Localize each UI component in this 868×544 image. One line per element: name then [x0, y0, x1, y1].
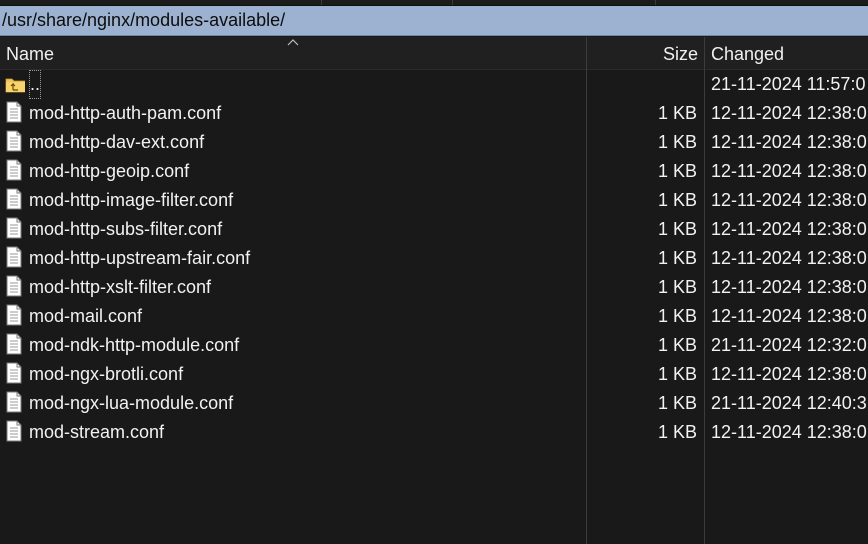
file-changed: 12-11-2024 12:38:0: [711, 364, 867, 384]
list-item[interactable]: mod-ngx-lua-module.conf 1 KB 21-11-2024 12…: [0, 389, 868, 418]
file-changed: 12-11-2024 12:38:0: [711, 190, 867, 210]
file-changed: 12-11-2024 12:38:0: [711, 248, 867, 268]
file-icon: [5, 391, 23, 413]
toolbar-separator: [321, 0, 322, 5]
list-item[interactable]: mod-stream.conf 1 KB 12-11-2024 12:38:0: [0, 418, 868, 447]
list-item[interactable]: mod-http-upstream-fair.conf 1 KB 12-11-202…: [0, 244, 868, 273]
file-name: mod-ngx-lua-module.conf: [29, 393, 234, 413]
file-size: 1 KB: [657, 277, 697, 297]
file-icon: [5, 275, 23, 297]
path-bar[interactable]: /usr/share/nginx/modules-available/: [0, 6, 868, 36]
file-size: 1 KB: [657, 132, 697, 152]
file-size: 1 KB: [657, 306, 697, 326]
file-icon: [5, 246, 23, 268]
file-size: 1 KB: [657, 335, 697, 355]
file-name: mod-http-xslt-filter.conf: [29, 277, 212, 297]
file-name: mod-http-auth-pam.conf: [29, 103, 222, 123]
file-size: 1 KB: [657, 393, 697, 413]
list-item[interactable]: mod-http-xslt-filter.conf 1 KB 12-11-2024 …: [0, 273, 868, 302]
file-size: 1 KB: [657, 103, 697, 123]
list-item[interactable]: mod-mail.conf 1 KB 12-11-2024 12:38:0: [0, 302, 868, 331]
toolbar-separator: [655, 0, 656, 5]
file-icon: [5, 420, 23, 442]
file-icon: [5, 159, 23, 181]
file-changed: 12-11-2024 12:38:0: [711, 103, 867, 123]
file-changed: 12-11-2024 12:38:0: [711, 306, 867, 326]
list-item[interactable]: mod-ndk-http-module.conf 1 KB 21-11-2024 1…: [0, 331, 868, 360]
file-name: mod-ndk-http-module.conf: [29, 335, 240, 355]
file-changed: 12-11-2024 12:38:0: [711, 161, 867, 181]
file-size: 1 KB: [657, 190, 697, 210]
file-icon: [5, 333, 23, 355]
toolbar-separator: [452, 0, 453, 5]
list-item[interactable]: mod-http-image-filter.conf 1 KB 12-11-2024…: [0, 186, 868, 215]
list-item[interactable]: mod-ngx-brotli.conf 1 KB 12-11-2024 12:38:…: [0, 360, 868, 389]
file-icon: [5, 101, 23, 123]
file-name: mod-http-image-filter.conf: [29, 190, 234, 210]
parent-folder-icon: [5, 78, 25, 93]
list-item[interactable]: mod-http-geoip.conf 1 KB 12-11-2024 12:38:…: [0, 157, 868, 186]
file-changed: 21-11-2024 12:40:3: [711, 393, 867, 413]
list-item[interactable]: mod-http-dav-ext.conf 1 KB 12-11-2024 12:3…: [0, 128, 868, 157]
file-changed: 12-11-2024 12:38:0: [711, 422, 867, 442]
file-name: mod-http-subs-filter.conf: [29, 219, 223, 239]
list-item[interactable]: mod-http-subs-filter.conf 1 KB 12-11-2024 …: [0, 215, 868, 244]
current-path[interactable]: /usr/share/nginx/modules-available/: [2, 10, 285, 31]
column-header-changed[interactable]: Changed: [705, 37, 868, 69]
file-size: 1 KB: [657, 364, 697, 384]
file-size: 1 KB: [657, 161, 697, 181]
file-icon: [5, 188, 23, 210]
file-size: 1 KB: [657, 422, 697, 442]
file-icon: [5, 362, 23, 384]
file-name: mod-stream.conf: [29, 422, 165, 442]
file-name: mod-ngx-brotli.conf: [29, 364, 184, 384]
column-header: Name Size Changed: [0, 37, 868, 70]
file-name: mod-http-upstream-fair.conf: [29, 248, 251, 268]
file-name: mod-http-geoip.conf: [29, 161, 190, 181]
file-changed: 21-11-2024 12:32:0: [711, 335, 867, 355]
file-icon: [5, 304, 23, 326]
file-size: 1 KB: [657, 219, 697, 239]
file-changed: 12-11-2024 12:38:0: [711, 219, 867, 239]
file-changed: 21-11-2024 11:57:0: [711, 74, 866, 94]
file-changed: 12-11-2024 12:38:0: [711, 132, 867, 152]
file-name: mod-http-dav-ext.conf: [29, 132, 205, 152]
file-list: .. 21-11-2024 11:57:0 mod-http-auth-pam.…: [0, 70, 868, 447]
list-item-parent-directory[interactable]: .. 21-11-2024 11:57:0: [0, 70, 868, 99]
file-changed: 12-11-2024 12:38:0: [711, 277, 867, 297]
sort-ascending-icon: [287, 39, 299, 46]
list-item[interactable]: mod-http-auth-pam.conf 1 KB 12-11-2024 12:…: [0, 99, 868, 128]
file-icon: [5, 217, 23, 239]
file-size: 1 KB: [657, 248, 697, 268]
file-icon: [5, 130, 23, 152]
parent-directory-label[interactable]: ..: [29, 70, 42, 99]
column-header-size[interactable]: Size: [587, 37, 704, 69]
file-name: mod-mail.conf: [29, 306, 143, 326]
